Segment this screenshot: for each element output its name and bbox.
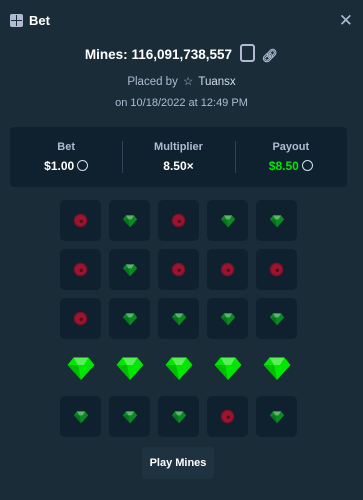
- multiplier-label: Multiplier: [154, 141, 203, 153]
- bet-label: Bet: [57, 141, 76, 153]
- currency-icon: [77, 160, 89, 171]
- gem-icon: [122, 410, 137, 423]
- gem-tile: [158, 298, 199, 339]
- payout-label: Payout: [272, 141, 310, 153]
- gem-icon: [269, 214, 284, 227]
- mine-icon: [73, 213, 88, 228]
- star-icon: ☆: [183, 76, 194, 88]
- mine-icon: [73, 262, 88, 277]
- mine-icon: [73, 311, 88, 326]
- gem-tile: [109, 200, 150, 241]
- mine-tile: [207, 249, 248, 290]
- gem-icon: [214, 357, 241, 380]
- mine-tile: [60, 298, 101, 339]
- gem-tile: [109, 298, 150, 339]
- mine-tile: [60, 200, 101, 241]
- mines-grid: [60, 200, 297, 437]
- payout-value: $8.50: [235, 159, 347, 173]
- mine-tile: [60, 249, 101, 290]
- gem-tile-revealed: [256, 347, 297, 388]
- copy-icon[interactable]: [239, 44, 255, 62]
- gem-icon: [269, 410, 284, 423]
- placed-by-label: Placed by: [127, 76, 178, 88]
- bet-summary-panel: Bet $1.00 Multiplier 8.50× Payout $8.50: [10, 127, 347, 187]
- mine-icon: [171, 213, 186, 228]
- close-icon[interactable]: ✕: [339, 12, 353, 29]
- game-label: Mines:: [84, 47, 128, 62]
- link-icon[interactable]: 🔗︎: [262, 48, 279, 64]
- gem-tile: [109, 249, 150, 290]
- payout-column: Payout $8.50: [234, 127, 347, 187]
- gem-tile: [207, 298, 248, 339]
- gem-tile-revealed: [109, 347, 150, 388]
- mine-tile: [158, 200, 199, 241]
- gem-tile-revealed: [60, 347, 101, 388]
- gem-icon: [171, 410, 186, 423]
- play-mines-button[interactable]: Play Mines: [142, 447, 214, 479]
- gem-icon: [116, 357, 143, 380]
- gem-tile: [256, 298, 297, 339]
- gem-icon: [220, 214, 235, 227]
- bet-id: 116,091,738,557: [131, 47, 233, 62]
- gem-tile: [256, 396, 297, 437]
- gem-icon: [263, 357, 290, 380]
- mine-icon: [220, 409, 235, 424]
- mine-icon: [171, 262, 186, 277]
- mine-icon: [269, 262, 284, 277]
- gem-icon: [269, 312, 284, 325]
- multiplier-column: Multiplier 8.50×: [122, 127, 234, 187]
- gem-tile: [256, 200, 297, 241]
- mine-tile: [207, 396, 248, 437]
- gem-icon: [122, 214, 137, 227]
- gem-icon: [73, 410, 88, 423]
- gem-icon: [171, 312, 186, 325]
- bet-value: $1.00: [10, 159, 122, 173]
- gem-icon: [165, 357, 192, 380]
- multiplier-value: 8.50×: [163, 159, 194, 173]
- currency-icon: [301, 160, 313, 171]
- modal-title: Bet: [29, 12, 50, 28]
- gem-icon: [122, 263, 137, 276]
- bet-date: on 10/18/2022 at 12:49 PM: [115, 97, 248, 109]
- mine-tile: [158, 249, 199, 290]
- mine-tile: [256, 249, 297, 290]
- bet-id-line: Mines: 116,091,738,557 🔗︎: [0, 44, 363, 64]
- gem-tile: [60, 396, 101, 437]
- username-link[interactable]: Tuansx: [198, 76, 235, 88]
- gem-tile: [158, 396, 199, 437]
- gem-tile-revealed: [158, 347, 199, 388]
- gem-tile: [207, 200, 248, 241]
- gem-tile-revealed: [207, 347, 248, 388]
- mine-icon: [220, 262, 235, 277]
- bet-icon: [10, 13, 23, 27]
- gem-icon: [122, 312, 137, 325]
- gem-icon: [67, 357, 94, 380]
- placed-by-line: Placed by ☆ Tuansx: [0, 74, 363, 88]
- gem-icon: [220, 312, 235, 325]
- gem-tile: [109, 396, 150, 437]
- modal-header: Bet ✕: [10, 10, 353, 30]
- bet-column: Bet $1.00: [10, 127, 122, 187]
